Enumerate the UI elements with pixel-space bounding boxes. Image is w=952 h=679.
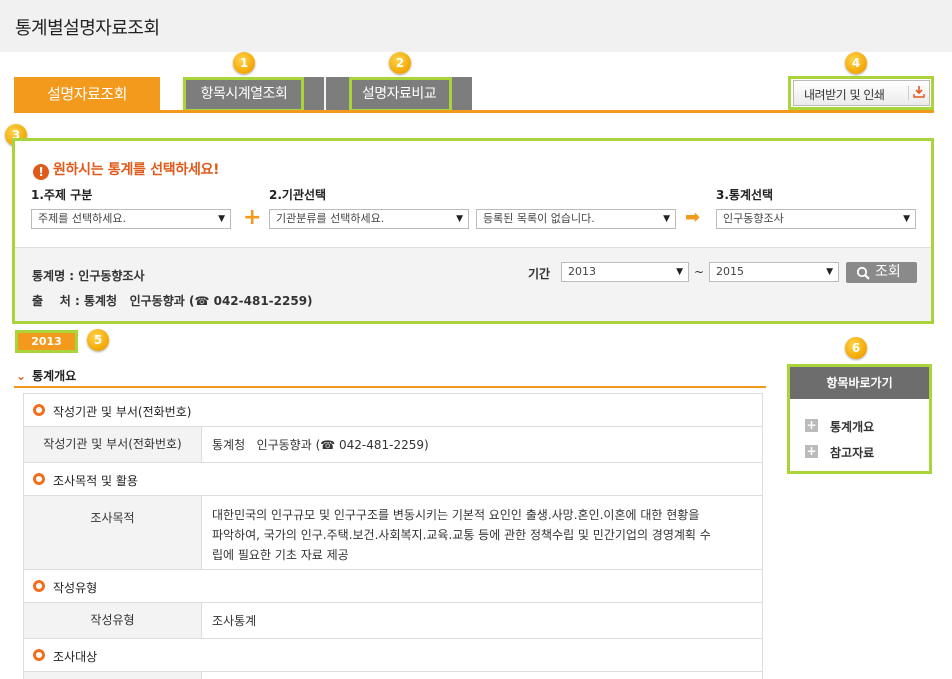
row-value-line: 대한민국의 인구규모 및 인구구조를 변동시키는 기본적 요인인 출생.사망.혼… <box>212 508 700 522</box>
download-print-label: 내려받기 및 인쇄 <box>804 88 885 102</box>
callout-badge-2: 2 <box>389 52 411 74</box>
group-title-text: 작성기관 및 부서(전화번호) <box>53 405 192 419</box>
subject-select-value: 주제를 선택하세요. <box>38 212 126 225</box>
stat-info-area: 통계명 : 인구동향조사 출 처 : 통계청 인구동향과 (☎ 042-481-… <box>15 247 931 321</box>
tab-divider <box>181 77 183 111</box>
group-title: 작성기관 및 부서(전화번호) <box>24 394 762 427</box>
source-label: 출 처 : <box>32 294 84 308</box>
subject-select[interactable]: 주제를 선택하세요. ▼ <box>31 209 231 229</box>
source-value: 통계청 인구동향과 (☎ 042-481-2259) <box>83 294 313 308</box>
stat-select-value: 인구동향조사 <box>723 212 784 225</box>
group-title: 조사대상 <box>24 639 762 672</box>
row-value: 통계청 인구동향과 (☎ 042-481-2259) <box>212 438 429 452</box>
triangle-down-icon: ▼ <box>676 267 683 277</box>
page-header: 통계별설명자료조회 <box>0 0 952 52</box>
row-value-line: 파악하여, 국가의 인구.주택.보건.사회복지.교육.교통 등에 관한 정책수립… <box>212 528 711 542</box>
circle-bullet-icon <box>33 473 45 485</box>
page: 통계별설명자료조회 설명자료조회 항목시계열조회 설명자료비교 내려받기 및 인… <box>0 0 952 679</box>
group-title-text: 조사목적 및 활용 <box>53 474 138 488</box>
tab-underline <box>14 110 934 113</box>
alert-text: 원하시는 통계를 선택하세요! <box>53 162 220 178</box>
stat-select[interactable]: 인구동향조사 ▼ <box>716 209 916 229</box>
org-list-select-value: 등록된 목록이 없습니다. <box>483 212 595 225</box>
row-value: 조사통계 <box>212 614 257 628</box>
period-tilde: ~ <box>694 265 705 279</box>
selection-area: ! 원하시는 통계를 선택하세요! 1.주제 구분 2.기관선택 3.통계선택 주… <box>15 141 931 247</box>
page-title: 통계별설명자료조회 <box>15 18 160 39</box>
row-label: 작성유형 <box>24 603 202 638</box>
download-print-button[interactable]: 내려받기 및 인쇄 <box>793 80 930 106</box>
exclamation-icon: ! <box>33 164 49 180</box>
divider <box>908 86 909 100</box>
group-title-text: 작성유형 <box>53 581 98 595</box>
triangle-down-icon: ▼ <box>663 214 670 224</box>
section-title-text: 통계개요 <box>32 369 77 383</box>
plus-icon: + <box>243 205 262 230</box>
tab-description[interactable]: 설명자료조회 <box>14 77 160 111</box>
search-button[interactable]: 조회 <box>846 262 917 283</box>
callout-badge-6: 6 <box>845 337 867 359</box>
section-underline <box>14 386 766 388</box>
shortcut-title: 항목바로가기 <box>790 367 929 399</box>
callout-badge-1: 1 <box>233 52 255 74</box>
overview-table: 작성기관 및 부서(전화번호) 작성기관 및 부서(전화번호) 통계청 인구동향… <box>23 393 763 679</box>
circle-bullet-icon <box>33 404 45 416</box>
group-title: 작성유형 <box>24 570 762 603</box>
chevron-down-icon: ⌄ <box>16 369 27 383</box>
org-list-select[interactable]: 등록된 목록이 없습니다. ▼ <box>476 209 676 229</box>
year-tab[interactable]: 2013 <box>15 330 78 353</box>
step2-label: 2.기관선택 <box>269 188 327 202</box>
callout-badge-4: 4 <box>845 52 867 74</box>
table-row: 조사목적 대한민국의 인구규모 및 인구구조를 변동시키는 기본적 요인인 출생… <box>24 496 762 570</box>
search-button-label: 조회 <box>875 264 901 280</box>
stat-selection-panel: ! 원하시는 통계를 선택하세요! 1.주제 구분 2.기관선택 3.통계선택 주… <box>12 138 934 324</box>
step3-label: 3.통계선택 <box>716 188 774 202</box>
period-to-select[interactable]: 2015 ▼ <box>709 262 839 282</box>
tab-item-timeseries[interactable]: 항목시계열조회 <box>184 77 304 111</box>
stat-name: 통계명 : 인구동향조사 <box>32 269 145 283</box>
circle-bullet-icon <box>33 649 45 661</box>
row-value: 대한민국의 인구규모 및 인구구조를 변동시키는 기본적 요인인 출생.사망.혼… <box>212 505 711 565</box>
tab-spacer <box>304 77 326 111</box>
row-value-line: 립에 필요한 기초 자료 제공 <box>212 548 349 562</box>
org-category-select-value: 기관분류를 선택하세요. <box>276 212 385 225</box>
period-from-value: 2013 <box>568 265 596 278</box>
period-from-select[interactable]: 2013 ▼ <box>561 262 689 282</box>
group-title-text: 조사대상 <box>53 650 98 664</box>
table-row: 작성기관 및 부서(전화번호) 통계청 인구동향과 (☎ 042-481-225… <box>24 427 762 463</box>
row-label: 작성기관 및 부서(전화번호) <box>24 427 202 462</box>
table-row <box>24 672 762 679</box>
shortcut-panel: 항목바로가기 + 통계개요 + 참고자료 <box>787 364 932 474</box>
plus-box-icon: + <box>805 418 818 432</box>
period-label: 기간 <box>528 267 551 281</box>
tab-compare[interactable]: 설명자료비교 <box>326 77 472 111</box>
period-to-value: 2015 <box>716 265 744 278</box>
step1-label: 1.주제 구분 <box>31 188 93 202</box>
triangle-down-icon: ▼ <box>903 214 910 224</box>
row-label <box>24 672 202 679</box>
source-line: 출 처 : 통계청 인구동향과 (☎ 042-481-2259) <box>32 292 313 309</box>
plus-box-icon: + <box>805 444 818 458</box>
shortcut-item-label: 참고자료 <box>830 446 875 460</box>
selection-alert: ! 원하시는 통계를 선택하세요! <box>33 159 220 180</box>
group-title: 조사목적 및 활용 <box>24 463 762 496</box>
triangle-down-icon: ▼ <box>826 267 833 277</box>
triangle-down-icon: ▼ <box>456 214 463 224</box>
org-category-select[interactable]: 기관분류를 선택하세요. ▼ <box>269 209 469 229</box>
table-row: 작성유형 조사통계 <box>24 603 762 639</box>
arrow-right-icon: ➡ <box>685 207 701 228</box>
circle-bullet-icon <box>33 580 45 592</box>
search-icon <box>856 262 870 287</box>
triangle-down-icon: ▼ <box>218 214 225 224</box>
callout-badge-5: 5 <box>87 329 109 351</box>
row-label: 조사목적 <box>24 496 202 569</box>
download-icon <box>912 85 926 102</box>
section-title: ⌄ 통계개요 <box>16 367 76 384</box>
shortcut-item-label: 통계개요 <box>830 420 875 434</box>
